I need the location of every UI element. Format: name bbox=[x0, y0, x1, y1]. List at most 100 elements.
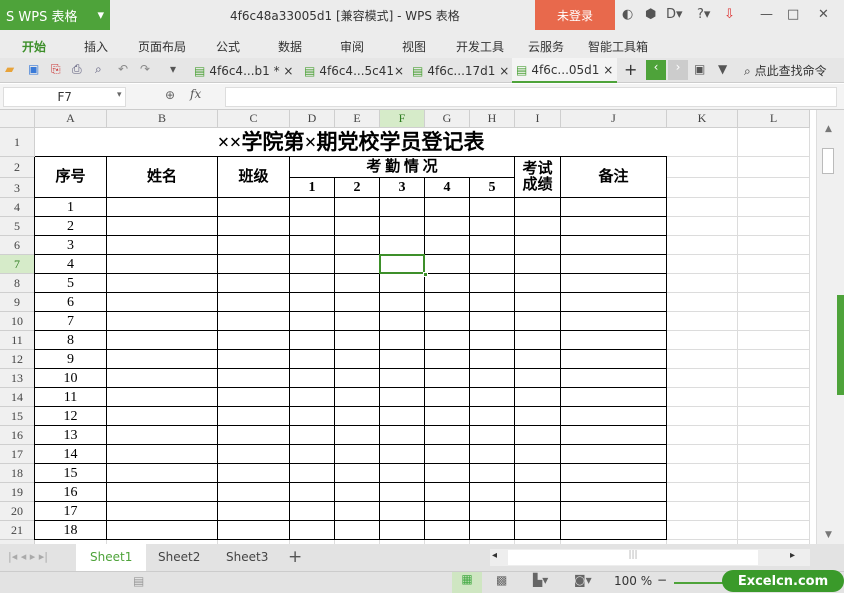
menu-9[interactable]: 智能工具箱 bbox=[588, 38, 648, 55]
cell[interactable] bbox=[470, 312, 515, 331]
h-scroll-thumb[interactable]: ||| bbox=[508, 550, 758, 565]
seq-cell[interactable]: 16 bbox=[35, 483, 107, 502]
cell[interactable] bbox=[380, 369, 425, 388]
cell[interactable] bbox=[425, 369, 470, 388]
row-header[interactable]: 19 bbox=[0, 483, 35, 502]
cell[interactable] bbox=[335, 464, 380, 483]
row-header[interactable]: 15 bbox=[0, 407, 35, 426]
cell[interactable] bbox=[380, 502, 425, 521]
column-header-C[interactable]: C bbox=[218, 110, 290, 128]
cell[interactable] bbox=[738, 502, 810, 521]
cell[interactable] bbox=[335, 198, 380, 217]
row-header[interactable]: 13 bbox=[0, 369, 35, 388]
cell[interactable] bbox=[290, 369, 335, 388]
seq-cell[interactable]: 9 bbox=[35, 350, 107, 369]
sheet-tab-sheet2[interactable]: Sheet2 bbox=[144, 544, 214, 571]
cell[interactable] bbox=[425, 293, 470, 312]
cell[interactable] bbox=[515, 464, 561, 483]
cell[interactable] bbox=[290, 217, 335, 236]
cell[interactable] bbox=[425, 350, 470, 369]
cell[interactable] bbox=[107, 255, 218, 274]
cell[interactable] bbox=[738, 236, 810, 255]
vertical-scrollbar[interactable]: ▲ ▼ bbox=[816, 110, 844, 544]
cell[interactable] bbox=[667, 128, 738, 157]
sheet-tab-sheet3[interactable]: Sheet3 bbox=[212, 544, 282, 571]
cell[interactable] bbox=[738, 464, 810, 483]
cell[interactable] bbox=[290, 198, 335, 217]
cell[interactable] bbox=[470, 293, 515, 312]
cell[interactable] bbox=[335, 255, 380, 274]
cell[interactable] bbox=[515, 445, 561, 464]
cell[interactable] bbox=[335, 312, 380, 331]
cell[interactable] bbox=[470, 331, 515, 350]
cell[interactable] bbox=[290, 255, 335, 274]
column-header-J[interactable]: J bbox=[561, 110, 667, 128]
select-all-corner[interactable] bbox=[0, 110, 35, 128]
cell[interactable] bbox=[107, 236, 218, 255]
cell[interactable] bbox=[561, 483, 667, 502]
row-header[interactable]: 16 bbox=[0, 426, 35, 445]
cell[interactable] bbox=[667, 331, 738, 350]
menu-2[interactable]: 页面布局 bbox=[138, 38, 186, 55]
doc-tab[interactable]: ▤ 4f6c...17d1 × bbox=[408, 58, 513, 83]
cell[interactable] bbox=[290, 312, 335, 331]
seq-cell[interactable]: 6 bbox=[35, 293, 107, 312]
cell[interactable] bbox=[290, 407, 335, 426]
cell[interactable] bbox=[667, 293, 738, 312]
cell[interactable] bbox=[290, 236, 335, 255]
cell[interactable] bbox=[470, 483, 515, 502]
page-break-view-icon[interactable]: ▩ bbox=[496, 573, 507, 587]
cell[interactable] bbox=[218, 198, 290, 217]
cell[interactable] bbox=[335, 293, 380, 312]
cell[interactable] bbox=[380, 521, 425, 540]
menu-8[interactable]: 云服务 bbox=[528, 38, 564, 55]
cell[interactable] bbox=[667, 236, 738, 255]
cell[interactable] bbox=[290, 350, 335, 369]
zoom-slider[interactable] bbox=[674, 582, 724, 584]
cell[interactable] bbox=[380, 217, 425, 236]
column-header-D[interactable]: D bbox=[290, 110, 335, 128]
cell[interactable] bbox=[738, 350, 810, 369]
cell[interactable] bbox=[561, 426, 667, 445]
cell[interactable] bbox=[561, 464, 667, 483]
close-icon[interactable]: ✕ bbox=[818, 7, 829, 22]
open-icon[interactable]: ▰ bbox=[5, 62, 14, 76]
add-sheet-icon[interactable]: + bbox=[288, 547, 302, 567]
row-header[interactable]: 7 bbox=[0, 255, 35, 274]
row-header[interactable]: 3 bbox=[0, 178, 35, 198]
cell[interactable] bbox=[470, 521, 515, 540]
cell[interactable] bbox=[107, 312, 218, 331]
cell[interactable] bbox=[470, 274, 515, 293]
cell[interactable] bbox=[667, 483, 738, 502]
seq-cell[interactable]: 1 bbox=[35, 198, 107, 217]
cell[interactable] bbox=[335, 407, 380, 426]
cell[interactable] bbox=[515, 293, 561, 312]
cell[interactable] bbox=[425, 464, 470, 483]
menu-4[interactable]: 数据 bbox=[278, 38, 302, 55]
cell[interactable] bbox=[667, 274, 738, 293]
seq-cell[interactable]: 14 bbox=[35, 445, 107, 464]
cell[interactable] bbox=[470, 388, 515, 407]
cell[interactable] bbox=[380, 350, 425, 369]
menu-7[interactable]: 开发工具 bbox=[456, 38, 504, 55]
print-preview-icon[interactable]: ⌕ bbox=[95, 62, 102, 77]
cell[interactable] bbox=[667, 426, 738, 445]
cell[interactable] bbox=[107, 426, 218, 445]
cell[interactable] bbox=[561, 293, 667, 312]
seq-cell[interactable]: 15 bbox=[35, 464, 107, 483]
cell[interactable] bbox=[561, 274, 667, 293]
cell[interactable] bbox=[738, 521, 810, 540]
cell[interactable] bbox=[218, 464, 290, 483]
cell[interactable] bbox=[425, 236, 470, 255]
cell[interactable] bbox=[561, 217, 667, 236]
cell[interactable] bbox=[380, 312, 425, 331]
cell[interactable] bbox=[515, 198, 561, 217]
cell[interactable] bbox=[470, 198, 515, 217]
cell[interactable] bbox=[218, 521, 290, 540]
row-header[interactable]: 11 bbox=[0, 331, 35, 350]
print-icon[interactable]: ⎙ bbox=[72, 62, 82, 77]
cell[interactable] bbox=[380, 274, 425, 293]
cell[interactable] bbox=[667, 217, 738, 236]
cell[interactable] bbox=[290, 426, 335, 445]
row-header[interactable]: 17 bbox=[0, 445, 35, 464]
